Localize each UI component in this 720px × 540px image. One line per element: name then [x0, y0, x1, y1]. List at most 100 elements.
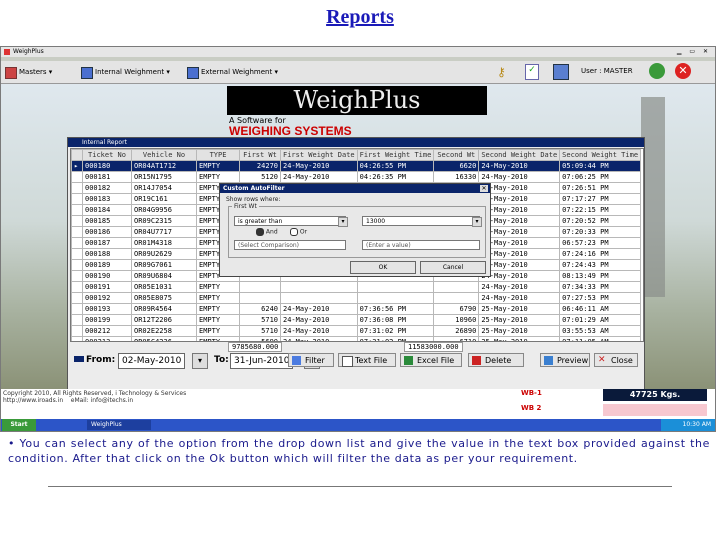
row-indicator — [71, 226, 83, 238]
menu-external-weighment[interactable]: External Weighment ▾ — [187, 65, 282, 79]
column-header[interactable]: First Wt — [239, 149, 281, 161]
table-cell: 000180 — [82, 160, 132, 172]
table-cell: 24-May-2010 — [280, 314, 358, 326]
table-cell: 07:26:51 PM — [559, 182, 642, 194]
cancel-button[interactable]: Cancel — [420, 261, 486, 274]
table-cell: 05:09:44 PM — [559, 160, 642, 172]
app-screenshot: WeighPlus ▁ ▭ ✕ Masters ▾ Internal Weigh… — [0, 46, 716, 432]
internal-report-window: Internal Report Ticket No Vehicle No TYPE F… — [67, 137, 645, 417]
value2-input[interactable]: (Enter a value) — [362, 240, 480, 250]
value-dropdown-icon[interactable]: ▾ — [472, 217, 482, 227]
users-icon[interactable] — [649, 63, 665, 79]
show-rows-label: Show rows where: — [226, 196, 281, 203]
filter-button[interactable]: Filter — [288, 353, 334, 367]
column-header[interactable]: Ticket No — [82, 149, 132, 161]
close-icon: ✕ — [598, 355, 606, 365]
table-cell: 24-May-2010 — [478, 281, 561, 293]
table-row[interactable]: 000193 OR09R4564 EMPTY 6240 24-May-2010 07:36… — [71, 303, 642, 315]
row-indicator — [71, 204, 83, 216]
delete-button[interactable]: Delete — [468, 353, 524, 367]
table-cell: 000193 — [82, 303, 132, 315]
email-link[interactable]: eMail: info@itechs.in — [71, 397, 133, 404]
dialog-close-icon[interactable]: ✕ — [480, 185, 488, 192]
table-cell: 07:01:29 AM — [559, 314, 642, 326]
from-icon — [74, 356, 84, 362]
table-cell: OR05E1031 — [131, 281, 197, 293]
table-row[interactable]: 000212 OR02E2258 EMPTY 5710 24-May-2010 07:31… — [71, 325, 642, 337]
operator-dropdown-icon[interactable]: ▾ — [338, 217, 348, 227]
delete-icon — [472, 356, 481, 365]
column-header[interactable]: Vehicle No — [131, 149, 197, 161]
calculator-icon[interactable] — [553, 64, 569, 80]
exit-icon[interactable]: ✕ — [675, 63, 691, 79]
table-cell: 000191 — [82, 281, 132, 293]
window-titlebar: WeighPlus ▁ ▭ ✕ — [1, 47, 715, 57]
column-header[interactable]: Second Weight Time — [559, 149, 642, 161]
table-cell: OR04G9956 — [131, 204, 197, 216]
table-cell: OR02E2258 — [131, 325, 197, 337]
and-radio-icon — [256, 228, 264, 236]
table-row[interactable]: 000199 OR12T2206 EMPTY 5710 24-May-2010 07:36… — [71, 314, 642, 326]
table-row[interactable]: 000181 OR15N1795 EMPTY 5120 24-May-2010 04:26… — [71, 171, 642, 183]
table-cell: 24-May-2010 — [280, 171, 358, 183]
table-cell: 000190 — [82, 270, 132, 282]
excel-file-button[interactable]: Excel File — [400, 353, 462, 367]
table-cell: OR09U2629 — [131, 248, 197, 260]
start-button[interactable]: Start — [2, 419, 36, 431]
and-radio[interactable]: And — [256, 228, 278, 236]
from-date-field[interactable]: 02-May-2010 — [118, 353, 186, 369]
table-cell: OR05E8075 — [131, 292, 197, 304]
menu-internal-weighment[interactable]: Internal Weighment ▾ — [81, 65, 174, 79]
preview-button[interactable]: Preview — [540, 353, 590, 367]
column-header[interactable]: First Weight Date — [280, 149, 358, 161]
or-radio-icon — [290, 228, 298, 236]
table-cell: 000184 — [82, 204, 132, 216]
taskbar-app-button[interactable]: WeighPlus — [87, 420, 151, 430]
table-row[interactable]: 000191 OR05E1031 EMPTY 24-May-2010 07:34:33 … — [71, 281, 642, 293]
checklist-icon[interactable]: ✓ — [525, 64, 539, 80]
window-controls-icon[interactable]: ▁ ▭ ✕ — [677, 47, 711, 57]
caption-text: • You can select any of the option from … — [8, 437, 710, 465]
table-cell — [356, 292, 435, 304]
row-indicator — [71, 215, 83, 227]
wb2-label: WB 2 — [521, 404, 542, 412]
weighplus-logo: WeighPlus — [227, 86, 487, 115]
logo-company: WEIGHING SYSTEMS — [229, 124, 352, 138]
table-cell: OR09G7061 — [131, 259, 197, 271]
key-icon[interactable]: ⚷ — [497, 65, 506, 79]
row-indicator — [71, 171, 83, 183]
wb2-value — [603, 404, 707, 416]
value-input[interactable]: 13000 — [362, 216, 480, 226]
table-cell: 25-May-2010 — [478, 325, 561, 337]
to-date-field[interactable]: 31-Jun-2010 — [230, 353, 294, 369]
ok-button[interactable]: OK — [350, 261, 416, 274]
column-header[interactable]: Second Weight Date — [478, 149, 561, 161]
website-link[interactable]: http://www.iroads.in — [3, 397, 63, 404]
internal-weighment-icon — [81, 67, 93, 79]
table-cell: OR14J7054 — [131, 182, 197, 194]
text-file-button[interactable]: Text File — [338, 353, 396, 367]
menu-masters[interactable]: Masters ▾ — [5, 65, 56, 79]
filter-icon — [292, 356, 301, 365]
window-title: WeighPlus — [13, 48, 44, 55]
table-row[interactable]: 000192 OR05E8075 EMPTY 24-May-2010 07:27:53 … — [71, 292, 642, 304]
table-cell: 07:31:02 PM — [356, 325, 435, 337]
from-date-dropdown-icon[interactable]: ▾ — [192, 353, 208, 369]
column-header[interactable]: Second Wt — [433, 149, 480, 161]
table-cell: 26890 — [433, 325, 480, 337]
divider — [48, 486, 672, 487]
operator-select[interactable]: is greater than — [234, 216, 346, 226]
column-header[interactable]: First Weight Time — [356, 149, 435, 161]
table-cell: 000199 — [82, 314, 132, 326]
table-cell — [280, 281, 358, 293]
table-row[interactable]: ▸ 000180 OR04AT1712 EMPTY 24270 24-May-2010 04… — [71, 160, 642, 172]
or-radio[interactable]: Or — [290, 228, 307, 236]
close-button[interactable]: ✕ Close — [594, 353, 638, 367]
operator2-select[interactable]: (Select Comparison) — [234, 240, 346, 250]
wb1-value: 47725 Kgs. — [603, 389, 707, 401]
table-cell: 07:27:53 PM — [559, 292, 642, 304]
copyright-text: Copyright 2010, All Rights Reserved, i T… — [3, 390, 187, 404]
custom-autofilter-dialog: Custom AutoFilter ✕ Show rows where: Fir… — [219, 183, 491, 277]
column-header[interactable]: TYPE — [196, 149, 240, 161]
report-titlebar: Internal Report — [68, 138, 644, 147]
